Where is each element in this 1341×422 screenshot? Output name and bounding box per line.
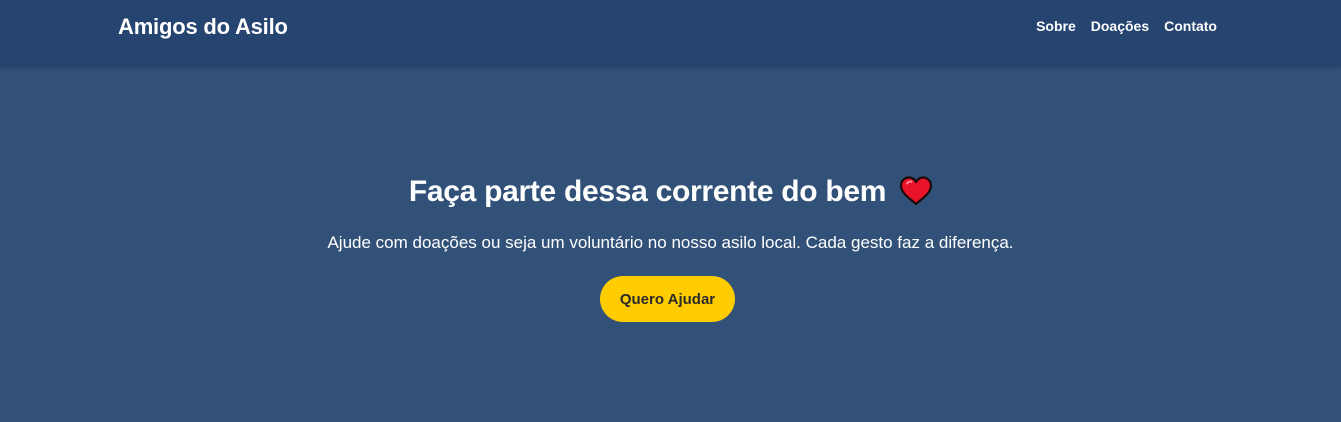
quero-ajudar-button[interactable]: Quero Ajudar bbox=[600, 276, 735, 322]
main-nav: Sobre Doações Contato bbox=[1036, 17, 1217, 35]
hero-title-text: Faça parte dessa corrente do bem bbox=[408, 175, 887, 208]
hero-subtitle: Ajude com doações ou seja um voluntário … bbox=[327, 233, 1014, 252]
top-navbar: Amigos do Asilo Sobre Doações Contato bbox=[0, 0, 1341, 67]
brand-logo-link[interactable]: Amigos do Asilo bbox=[118, 14, 288, 40]
heart-icon bbox=[898, 175, 934, 207]
hero-section: Faça parte dessa corrente do bem Ajude c… bbox=[0, 67, 1341, 422]
nav-link-doacoes[interactable]: Doações bbox=[1091, 17, 1149, 35]
hero-title: Faça parte dessa corrente do bem bbox=[0, 174, 1341, 210]
nav-link-sobre[interactable]: Sobre bbox=[1036, 17, 1076, 35]
nav-link-contato[interactable]: Contato bbox=[1164, 17, 1217, 35]
